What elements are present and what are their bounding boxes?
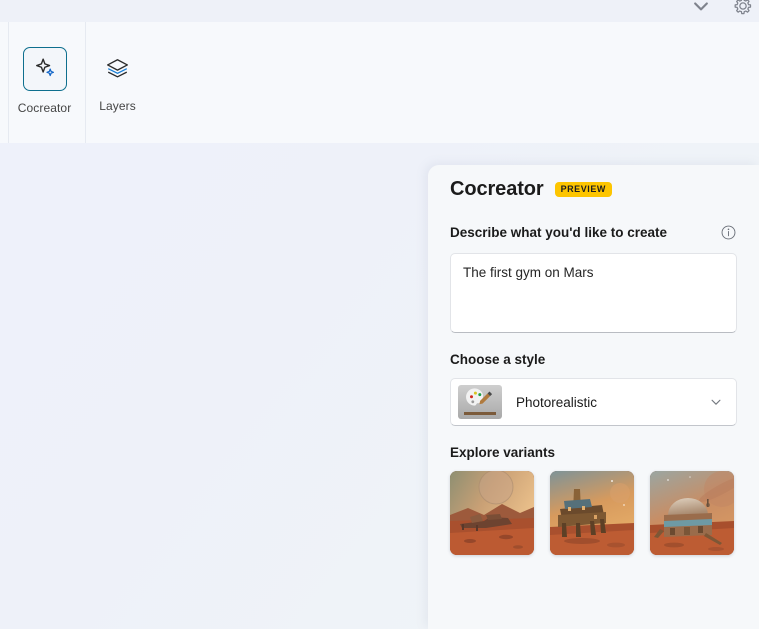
style-label: Choose a style <box>450 352 546 367</box>
mars-low-habitat-variant[interactable] <box>450 471 534 555</box>
toolbar-item-label: Layers <box>99 99 136 113</box>
toolbar-item-label: Cocreator <box>17 101 72 115</box>
prompt-input-value: The first gym on Mars <box>463 265 594 280</box>
prompt-label: Describe what you'd like to create <box>450 224 668 240</box>
chevron-down-icon[interactable] <box>689 0 713 18</box>
cocreator-panel: Cocreator PREVIEW Describe what you'd li… <box>428 165 759 629</box>
mars-rig-structure-variant[interactable] <box>550 471 634 555</box>
gear-icon[interactable] <box>731 0 755 18</box>
page-title: Cocreator <box>450 178 544 200</box>
app-window: Cocreator Layers Cocreator PREVIEW Descr… <box>0 0 759 629</box>
mars-domed-habitat-variant[interactable] <box>650 471 734 555</box>
prompt-input[interactable]: The first gym on Mars <box>450 253 737 333</box>
info-icon[interactable] <box>719 223 737 241</box>
prompt-label-row: Describe what you'd like to create <box>450 223 737 241</box>
layers-icon <box>97 47 139 89</box>
style-dropdown[interactable]: Photorealistic <box>450 378 737 426</box>
window-chrome-icons <box>689 0 759 18</box>
toolbar-item-layers[interactable]: Layers <box>75 22 160 143</box>
style-selected-value: Photorealistic <box>516 394 598 410</box>
variants-list <box>450 471 737 555</box>
paint-palette-thumbnail <box>458 385 502 419</box>
toolbar: Cocreator Layers <box>0 22 759 144</box>
variants-label: Explore variants <box>450 445 556 460</box>
sparkle-icon <box>22 47 67 91</box>
preview-badge: PREVIEW <box>554 182 612 197</box>
panel-header: Cocreator PREVIEW <box>450 165 737 201</box>
chevron-down-icon[interactable] <box>708 394 724 410</box>
window-top-strip <box>0 0 759 22</box>
